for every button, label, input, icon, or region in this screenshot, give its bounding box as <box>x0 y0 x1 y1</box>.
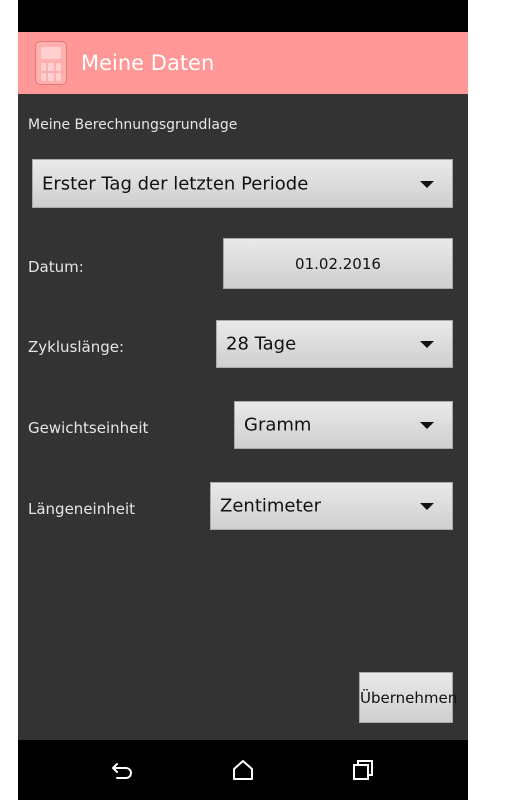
status-bar <box>18 0 468 32</box>
weight-unit-label: Gewichtseinheit <box>28 419 149 437</box>
length-unit-select[interactable]: Zentimeter <box>210 482 453 530</box>
date-picker-button[interactable]: 01.02.2016 <box>223 238 453 289</box>
home-icon[interactable] <box>231 758 255 782</box>
page-title: Meine Daten <box>81 51 215 75</box>
recents-icon[interactable] <box>351 758 375 782</box>
apply-button[interactable]: Übernehmen <box>359 672 458 723</box>
dropdown-arrow-icon <box>420 503 434 510</box>
basis-section-label: Meine Berechnungsgrundlage <box>28 117 238 133</box>
dropdown-arrow-icon <box>420 422 434 429</box>
cycle-length-value: 28 Tage <box>226 333 297 355</box>
length-unit-value: Zentimeter <box>220 495 322 517</box>
basis-select-value: Erster Tag der letzten Periode <box>42 173 309 194</box>
cycle-length-select[interactable]: 28 Tage <box>216 320 453 368</box>
app-screen: Meine Daten Meine Berechnungsgrundlage E… <box>18 0 468 800</box>
length-unit-label: Längeneinheit <box>28 500 135 518</box>
weight-unit-select[interactable]: Gramm <box>234 401 453 449</box>
navigation-bar <box>18 740 468 800</box>
dropdown-arrow-icon <box>420 180 434 188</box>
apply-button-label: Übernehmen <box>360 688 458 707</box>
back-icon[interactable] <box>111 758 135 782</box>
basis-select[interactable]: Erster Tag der letzten Periode <box>32 159 453 208</box>
calculator-icon[interactable] <box>35 41 67 85</box>
dropdown-arrow-icon <box>420 341 434 348</box>
action-bar: Meine Daten <box>18 32 468 94</box>
weight-unit-value: Gramm <box>244 414 312 436</box>
cycle-length-label: Zykluslänge: <box>28 338 124 356</box>
date-value: 01.02.2016 <box>295 254 381 273</box>
date-label: Datum: <box>28 258 84 276</box>
